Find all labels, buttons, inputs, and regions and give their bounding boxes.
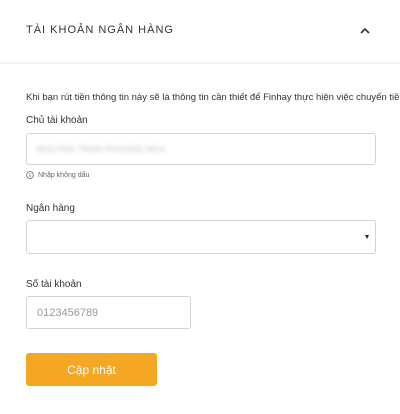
bank-label: Ngân hàng bbox=[26, 203, 75, 214]
form-description: Khi bạn rút tiền thông tin này sẽ là thô… bbox=[26, 92, 400, 103]
account-holder-label: Chủ tài khoản bbox=[26, 115, 88, 126]
account-holder-hint: Nhập không dấu bbox=[26, 171, 89, 179]
info-icon bbox=[26, 171, 34, 179]
account-holder-value: NGUYEN TRAN PHUONG NGA bbox=[37, 144, 166, 154]
update-button[interactable]: Cập nhật bbox=[26, 353, 157, 386]
chevron-up-icon[interactable] bbox=[357, 22, 373, 38]
account-number-input[interactable]: 0123456789 bbox=[26, 296, 191, 329]
account-number-label: Số tài khoản bbox=[26, 279, 82, 290]
account-holder-input[interactable]: NGUYEN TRAN PHUONG NGA bbox=[26, 133, 376, 165]
section-title: TÀI KHOẢN NGÂN HÀNG bbox=[26, 24, 174, 36]
section-header[interactable]: TÀI KHOẢN NGÂN HÀNG bbox=[0, 0, 400, 63]
bank-select[interactable] bbox=[26, 220, 376, 254]
account-number-placeholder: 0123456789 bbox=[37, 306, 99, 319]
hint-text: Nhập không dấu bbox=[38, 171, 90, 179]
caret-down-icon bbox=[365, 235, 369, 239]
divider bbox=[0, 62, 400, 64]
